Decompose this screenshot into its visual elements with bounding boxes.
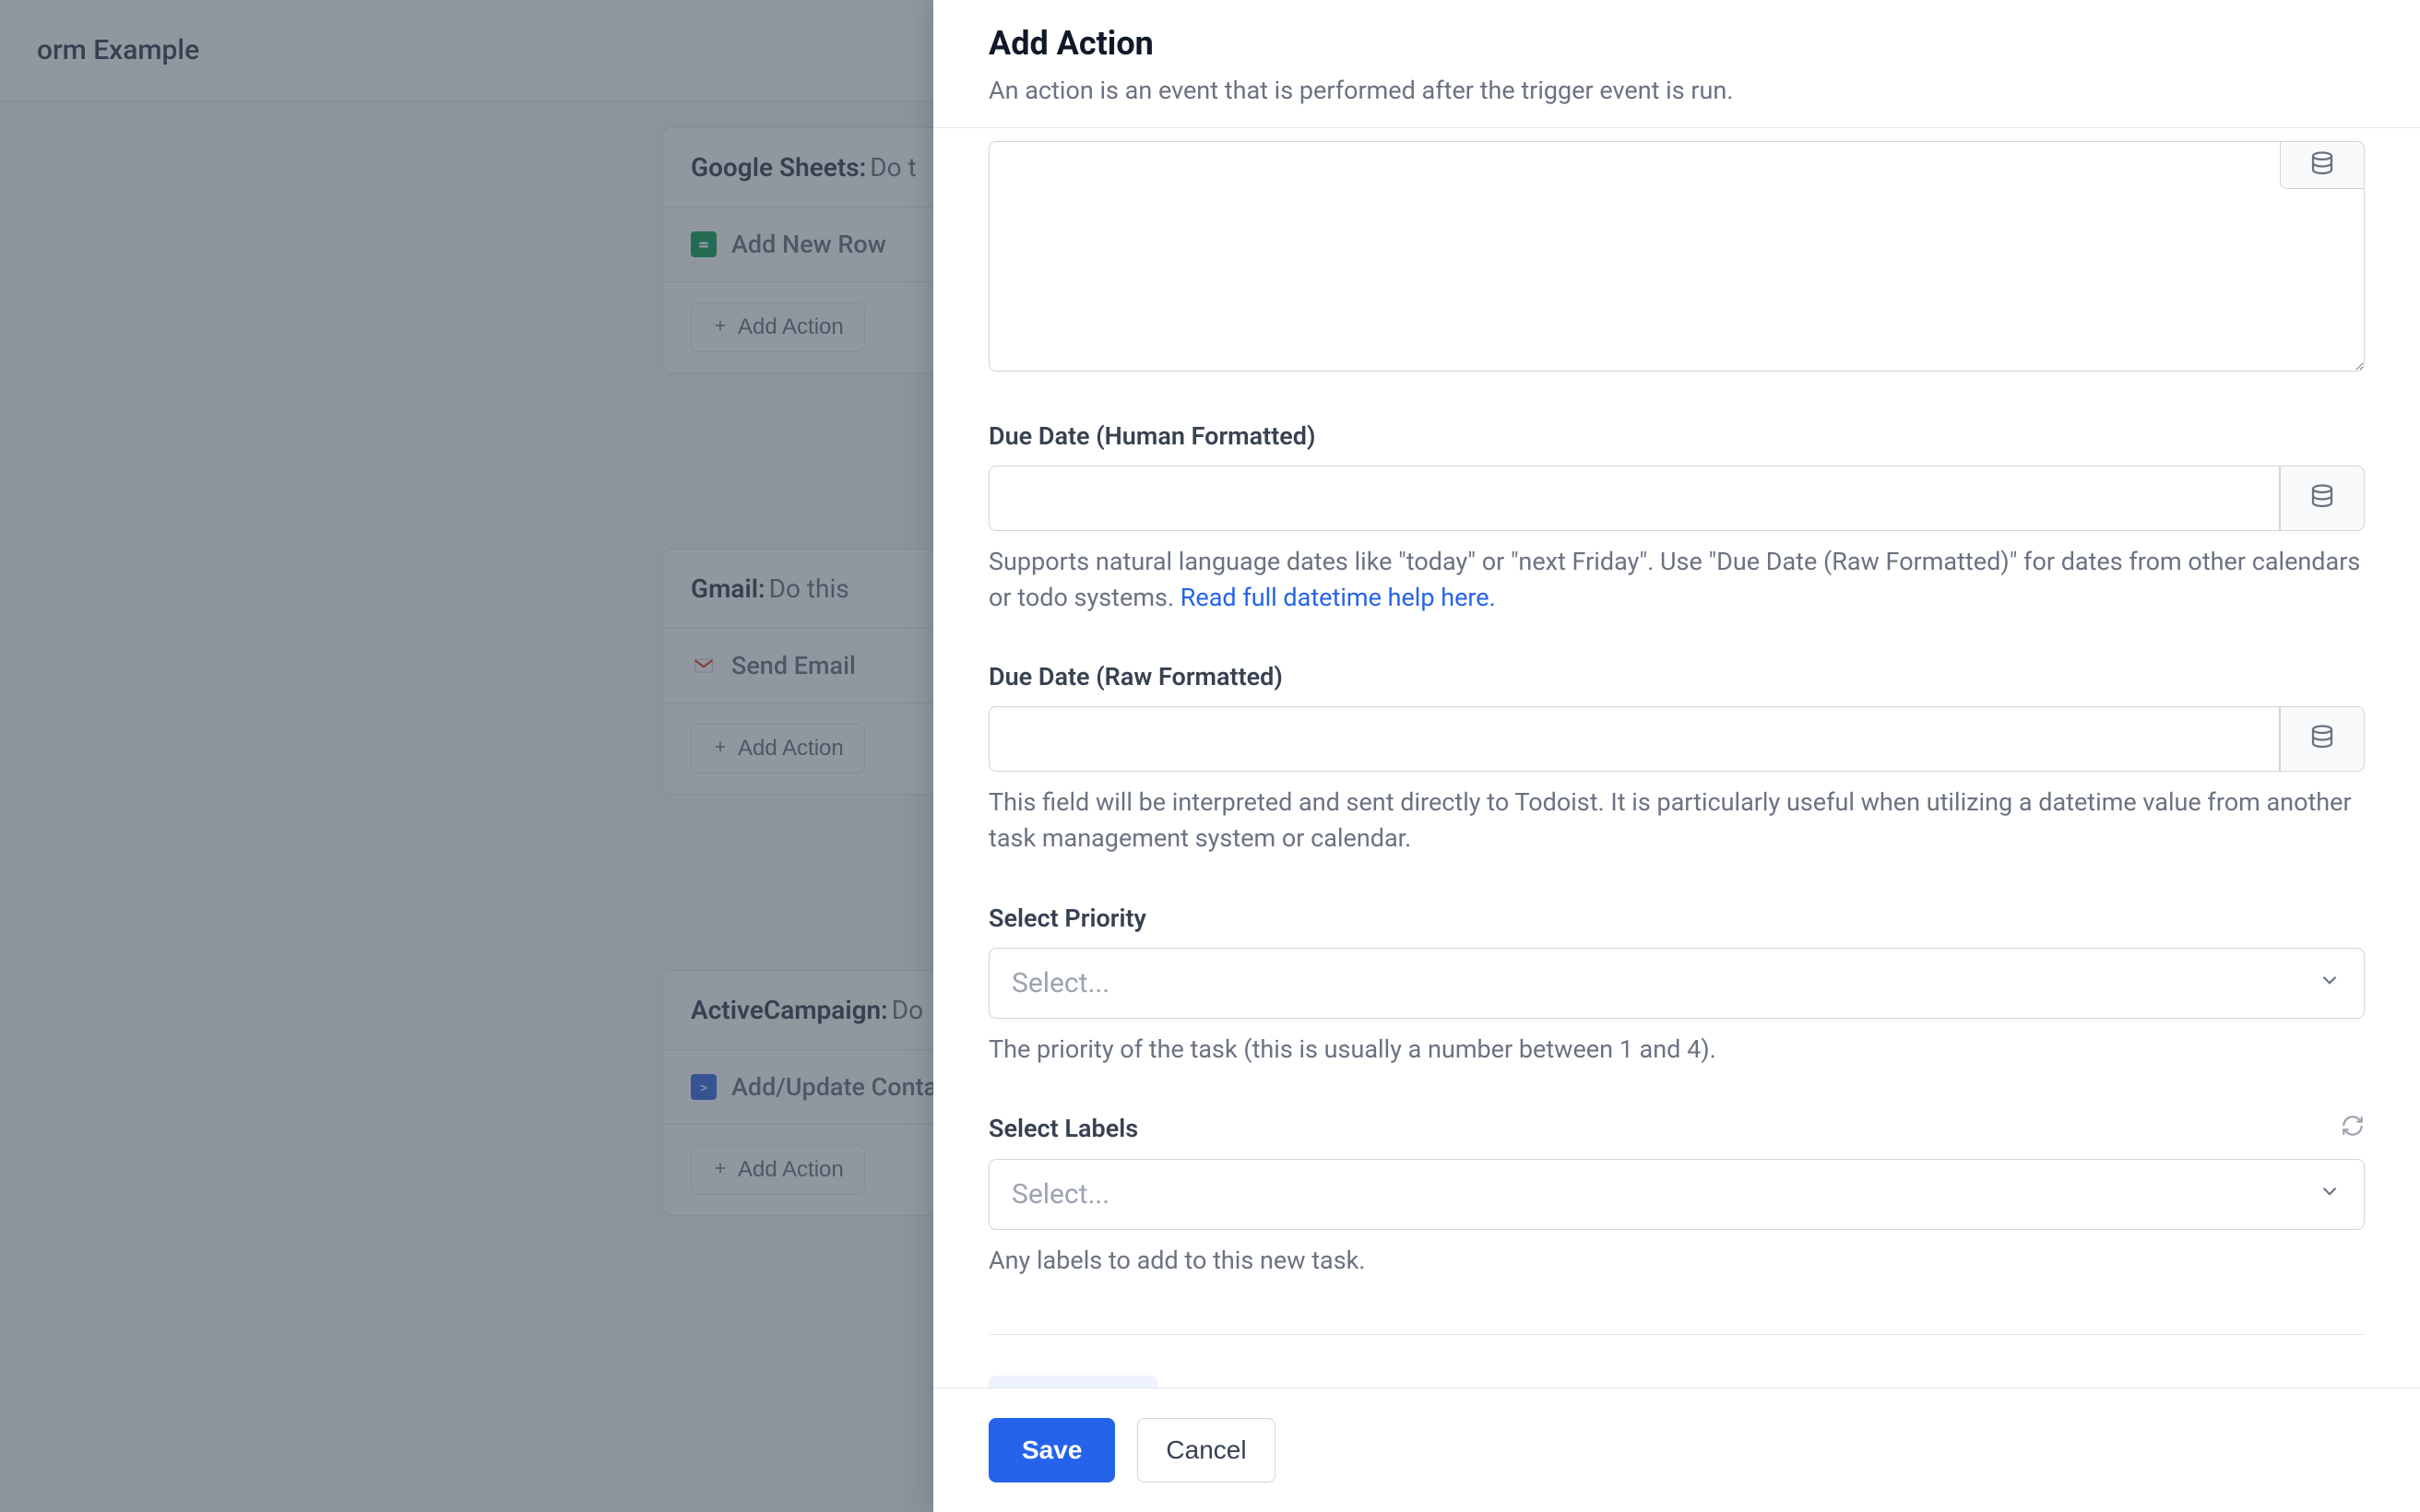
labels-select[interactable]: Select... — [989, 1159, 2365, 1230]
database-icon — [2308, 150, 2336, 181]
panel-footer: Save Cancel — [933, 1388, 2420, 1512]
select-placeholder: Select... — [1012, 967, 1109, 999]
chevron-down-icon — [2318, 967, 2342, 999]
help-text: This field will be interpreted and sent … — [989, 785, 2365, 856]
save-button[interactable]: Save — [989, 1418, 1115, 1482]
field-label: Select Labels — [989, 1114, 2365, 1144]
chevron-down-icon — [2318, 1178, 2342, 1211]
help-text: Any labels to add to this new task. — [989, 1243, 2365, 1279]
field-priority: Select Priority Select... The priority o… — [989, 904, 2365, 1068]
panel-subtitle: An action is an event that is performed … — [989, 76, 2365, 105]
test-action-button[interactable]: Test Action — [989, 1376, 1157, 1388]
insert-data-button[interactable] — [2280, 141, 2365, 189]
panel-header: Add Action An action is an event that is… — [933, 0, 2420, 128]
priority-select[interactable]: Select... — [989, 948, 2365, 1019]
select-placeholder: Select... — [1012, 1178, 1109, 1211]
help-text: Supports natural language dates like "to… — [989, 544, 2365, 616]
field-due-date-human: Due Date (Human Formatted) Supports natu… — [989, 421, 2365, 616]
field-textarea — [989, 141, 2365, 375]
panel-body[interactable]: Due Date (Human Formatted) Supports natu… — [933, 128, 2420, 1388]
insert-data-button[interactable] — [2280, 466, 2365, 531]
field-labels: Select Labels Select... Any labels to ad… — [989, 1114, 2365, 1279]
insert-data-button[interactable] — [2280, 706, 2365, 772]
note-textarea[interactable] — [989, 141, 2365, 372]
help-text: The priority of the task (this is usuall… — [989, 1032, 2365, 1068]
cancel-button[interactable]: Cancel — [1137, 1418, 1275, 1482]
database-icon — [2308, 724, 2336, 754]
field-label: Select Priority — [989, 904, 2365, 933]
labels-label-text: Select Labels — [989, 1114, 1138, 1143]
field-label: Due Date (Raw Formatted) — [989, 662, 2365, 691]
database-icon — [2308, 483, 2336, 514]
datetime-help-link[interactable]: Read full datetime help here. — [1180, 583, 1496, 612]
field-due-date-raw: Due Date (Raw Formatted) This field will… — [989, 662, 2365, 856]
due-date-raw-input[interactable] — [989, 706, 2280, 772]
due-date-human-input[interactable] — [989, 466, 2280, 531]
field-label: Due Date (Human Formatted) — [989, 421, 2365, 451]
add-action-panel: Add Action An action is an event that is… — [933, 0, 2420, 1512]
panel-title: Add Action — [989, 24, 2365, 63]
refresh-icon[interactable] — [2341, 1114, 2365, 1144]
